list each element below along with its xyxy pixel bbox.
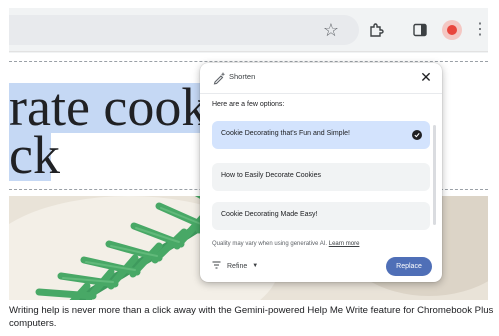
option-item[interactable]: How to Easily Decorate Cookies — [212, 163, 430, 191]
option-label: How to Easily Decorate Cookies — [221, 172, 321, 179]
side-panel-icon[interactable] — [410, 20, 430, 40]
kebab-menu-icon[interactable]: ⋮ — [470, 20, 488, 40]
caret-down-icon: ▼ — [252, 263, 259, 269]
disclaimer: Quality may vary when using generative A… — [212, 241, 359, 247]
options-scrollbar[interactable] — [433, 125, 436, 225]
avatar-image — [447, 25, 457, 35]
browser-toolbar: ☆ ⋮ — [9, 8, 488, 52]
replace-button[interactable]: Replace — [386, 257, 432, 276]
options-intro: Here are a few options: — [212, 101, 285, 108]
pen-sparkle-icon — [212, 71, 226, 85]
option-item[interactable]: Cookie Decorating that's Fun and Simple! — [212, 121, 430, 149]
screenshot-frame: ☆ ⋮ rate cookie ck Shorten ✕ Here are a … — [9, 8, 488, 300]
mode-label[interactable]: Shorten — [229, 72, 255, 81]
option-item[interactable]: Cookie Decorating Made Easy! — [212, 202, 430, 230]
star-icon[interactable]: ☆ — [321, 20, 341, 40]
check-circle-icon — [412, 130, 422, 140]
address-bar[interactable] — [9, 15, 359, 45]
help-me-write-dialog: Shorten ✕ Here are a few options: Cookie… — [200, 63, 442, 282]
avatar[interactable] — [442, 20, 462, 40]
dialog-header: Shorten ✕ — [200, 63, 442, 93]
learn-more-link[interactable]: Learn more — [329, 241, 360, 247]
refine-label: Refine — [227, 262, 248, 270]
option-label: Cookie Decorating Made Easy! — [221, 211, 318, 218]
filter-icon — [212, 261, 221, 271]
page-divider — [9, 61, 488, 62]
caption: Writing help is never more than a click … — [9, 305, 494, 329]
puzzle-icon[interactable] — [366, 20, 386, 40]
dialog-footer: Refine ▼ Replace — [200, 251, 442, 282]
refine-button[interactable]: Refine ▼ — [212, 258, 258, 274]
disclaimer-text: Quality may vary when using generative A… — [212, 241, 328, 247]
close-icon[interactable]: ✕ — [418, 68, 434, 86]
header-divider — [200, 93, 442, 94]
option-label: Cookie Decorating that's Fun and Simple! — [221, 130, 350, 137]
